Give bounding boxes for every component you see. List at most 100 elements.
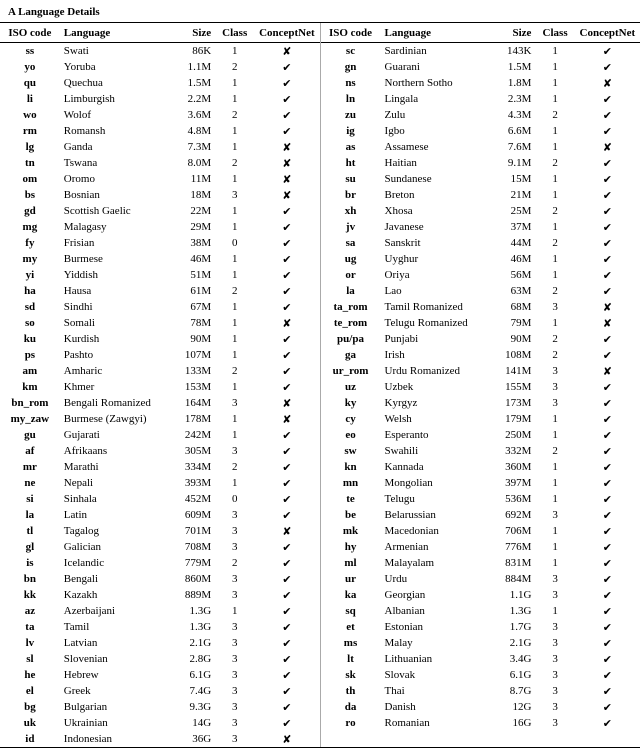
table-row: jvJavanese37M1✔ [321, 219, 640, 235]
cell-class: 3 [215, 507, 254, 523]
cell-size: 90M [490, 331, 535, 347]
table-row: thThai8.7G3✔ [321, 683, 640, 699]
col-lang: Language [60, 23, 171, 43]
check-icon: ✔ [575, 667, 640, 683]
cell-language: Igbo [381, 123, 491, 139]
cell-class: 1 [215, 411, 254, 427]
cell-size: 61M [170, 283, 215, 299]
cell-iso: gl [0, 539, 60, 555]
cell-iso: ur_rom [321, 363, 381, 379]
check-icon: ✔ [575, 427, 640, 443]
table-row: gdScottish Gaelic22M1✔ [0, 203, 320, 219]
table-row: amAmharic133M2✔ [0, 363, 320, 379]
cell-size: 1.7G [490, 619, 535, 635]
check-icon: ✔ [575, 171, 640, 187]
cell-iso: jv [321, 219, 381, 235]
cell-class: 2 [215, 107, 254, 123]
cell-iso: mg [0, 219, 60, 235]
cell-size: 779M [170, 555, 215, 571]
table-row: haHausa61M2✔ [0, 283, 320, 299]
cell-language: Khmer [60, 379, 171, 395]
cell-language: Sardinian [381, 43, 491, 60]
cell-size: 242M [170, 427, 215, 443]
cell-language: Swahili [381, 443, 491, 459]
table-row: elGreek7.4G3✔ [0, 683, 320, 699]
table-row: swSwahili332M2✔ [321, 443, 640, 459]
check-icon: ✔ [254, 283, 319, 299]
cell-size: 397M [490, 475, 535, 491]
cell-size: 90M [170, 331, 215, 347]
cell-size: 360M [490, 459, 535, 475]
cell-iso: as [321, 139, 381, 155]
cell-language: Thai [381, 683, 491, 699]
cell-iso: uk [0, 715, 60, 731]
cell-iso: rm [0, 123, 60, 139]
check-icon: ✔ [254, 507, 319, 523]
col-conceptnet: ConceptNet [254, 23, 319, 43]
cell-class: 3 [215, 731, 254, 747]
cell-language: Nepali [60, 475, 171, 491]
table-row: my_zawBurmese (Zawgyi)178M1✘ [0, 411, 320, 427]
cell-size: 831M [490, 555, 535, 571]
cell-class: 3 [535, 715, 574, 731]
check-icon: ✔ [575, 475, 640, 491]
check-icon: ✔ [575, 507, 640, 523]
cell-iso: el [0, 683, 60, 699]
cell-class: 1 [535, 491, 574, 507]
cell-iso: ht [321, 155, 381, 171]
cell-class: 3 [215, 539, 254, 555]
cell-iso: la [321, 283, 381, 299]
cell-iso: sk [321, 667, 381, 683]
check-icon: ✔ [254, 539, 319, 555]
cell-language: Tswana [60, 155, 171, 171]
cell-iso: sl [0, 651, 60, 667]
check-icon: ✔ [254, 459, 319, 475]
check-icon: ✔ [575, 267, 640, 283]
cell-size: 12G [490, 699, 535, 715]
cell-class: 2 [215, 363, 254, 379]
cell-class: 3 [535, 651, 574, 667]
check-icon: ✔ [254, 379, 319, 395]
cell-class: 1 [535, 171, 574, 187]
check-icon: ✔ [254, 331, 319, 347]
cell-language: Yiddish [60, 267, 171, 283]
cell-size: 44M [490, 235, 535, 251]
cell-language: Welsh [381, 411, 491, 427]
cell-class: 1 [535, 539, 574, 555]
cell-class: 1 [535, 75, 574, 91]
table-row: msMalay2.1G3✔ [321, 635, 640, 651]
table-row: bsBosnian18M3✘ [0, 187, 320, 203]
cell-language: Sanskrit [381, 235, 491, 251]
check-icon: ✔ [575, 443, 640, 459]
col-size: Size [170, 23, 215, 43]
cell-class: 2 [535, 443, 574, 459]
cell-size: 46M [490, 251, 535, 267]
cell-iso: gu [0, 427, 60, 443]
cell-iso: yo [0, 59, 60, 75]
cell-size: 334M [170, 459, 215, 475]
check-icon: ✔ [254, 123, 319, 139]
cell-iso: sc [321, 43, 381, 60]
cell-class: 1 [535, 123, 574, 139]
cell-iso: li [0, 91, 60, 107]
cell-size: 7.4G [170, 683, 215, 699]
cell-iso: ps [0, 347, 60, 363]
cell-iso: ha [0, 283, 60, 299]
cell-iso: bs [0, 187, 60, 203]
cell-size: 155M [490, 379, 535, 395]
cross-icon: ✘ [575, 299, 640, 315]
check-icon: ✔ [254, 667, 319, 683]
cell-language: Amharic [60, 363, 171, 379]
table-right-column: ISO code Language Size Class ConceptNet … [321, 23, 640, 747]
cell-size: 14G [170, 715, 215, 731]
cell-language: Malagasy [60, 219, 171, 235]
cell-class: 2 [535, 283, 574, 299]
cell-iso: tl [0, 523, 60, 539]
table-row: siSinhala452M0✔ [0, 491, 320, 507]
cell-language: Gujarati [60, 427, 171, 443]
check-icon: ✔ [254, 699, 319, 715]
cell-iso: ro [321, 715, 381, 731]
cell-language: Swati [60, 43, 171, 60]
cell-class: 3 [535, 363, 574, 379]
cell-iso: cy [321, 411, 381, 427]
